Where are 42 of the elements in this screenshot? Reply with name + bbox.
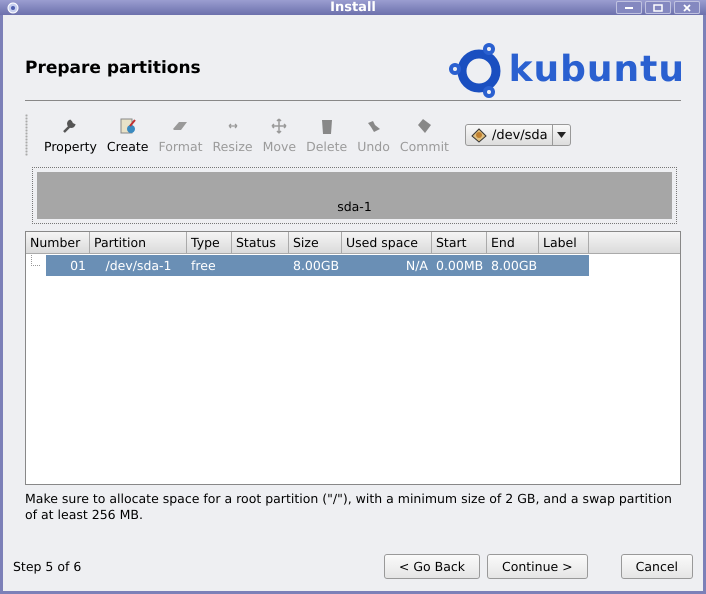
info-text: Make sure to allocate space for a root partition ("/"), with a minimum size of 2 GB, and a swap partition of at least 256 MB. [25, 491, 673, 523]
minimize-button[interactable] [616, 1, 642, 14]
table-cell: /dev/sda-1 [105, 258, 172, 273]
minimize-icon [625, 6, 633, 8]
column-header[interactable]: Number [26, 232, 90, 253]
logo-text: kubuntu [508, 52, 685, 88]
column-header[interactable]: Label [539, 232, 589, 253]
column-header[interactable]: Used space [342, 232, 432, 253]
column-header[interactable]: Start [432, 232, 487, 253]
continue-button[interactable]: Continue > [486, 554, 588, 578]
column-header[interactable]: End [487, 232, 539, 253]
move-arrows-icon [269, 116, 290, 134]
partition-segment[interactable]: sda-1 [37, 172, 672, 219]
partition-label: sda-1 [337, 199, 372, 214]
maximize-button[interactable] [645, 1, 671, 14]
toolbar-button[interactable]: Create [102, 116, 152, 154]
column-header[interactable]: Size [289, 232, 342, 253]
step-indicator: Step 5 of 6 [13, 558, 82, 574]
close-button[interactable] [674, 1, 700, 14]
table-cell: N/A [406, 258, 428, 273]
close-icon [683, 4, 691, 12]
column-header[interactable]: Type [187, 232, 232, 253]
table-cell: 8.00GB [293, 258, 340, 273]
page-heading: Prepare partitions [25, 58, 201, 78]
maximize-icon [653, 4, 663, 12]
new-document-icon [118, 116, 138, 134]
tree-line-icon [31, 255, 41, 266]
table-cell: 0.00MB [436, 258, 484, 273]
column-header[interactable]: Partition [90, 232, 187, 253]
back-button[interactable]: < Go Back [384, 554, 480, 578]
table-cell: 8.00GB [491, 258, 538, 273]
cancel-button[interactable]: Cancel [620, 554, 693, 578]
toolbar-grip[interactable] [25, 114, 28, 156]
device-dropdown[interactable]: /dev/sda [464, 124, 571, 146]
table-cell: free [191, 258, 216, 273]
table-cell: 01 [70, 258, 86, 273]
resize-arrows-icon [228, 122, 238, 128]
column-header[interactable]: Status [232, 232, 289, 253]
caret-icon [556, 132, 566, 138]
window-title: Install [330, 0, 376, 15]
toolbar-button[interactable]: Property [40, 116, 101, 154]
app-icon [6, 2, 20, 14]
